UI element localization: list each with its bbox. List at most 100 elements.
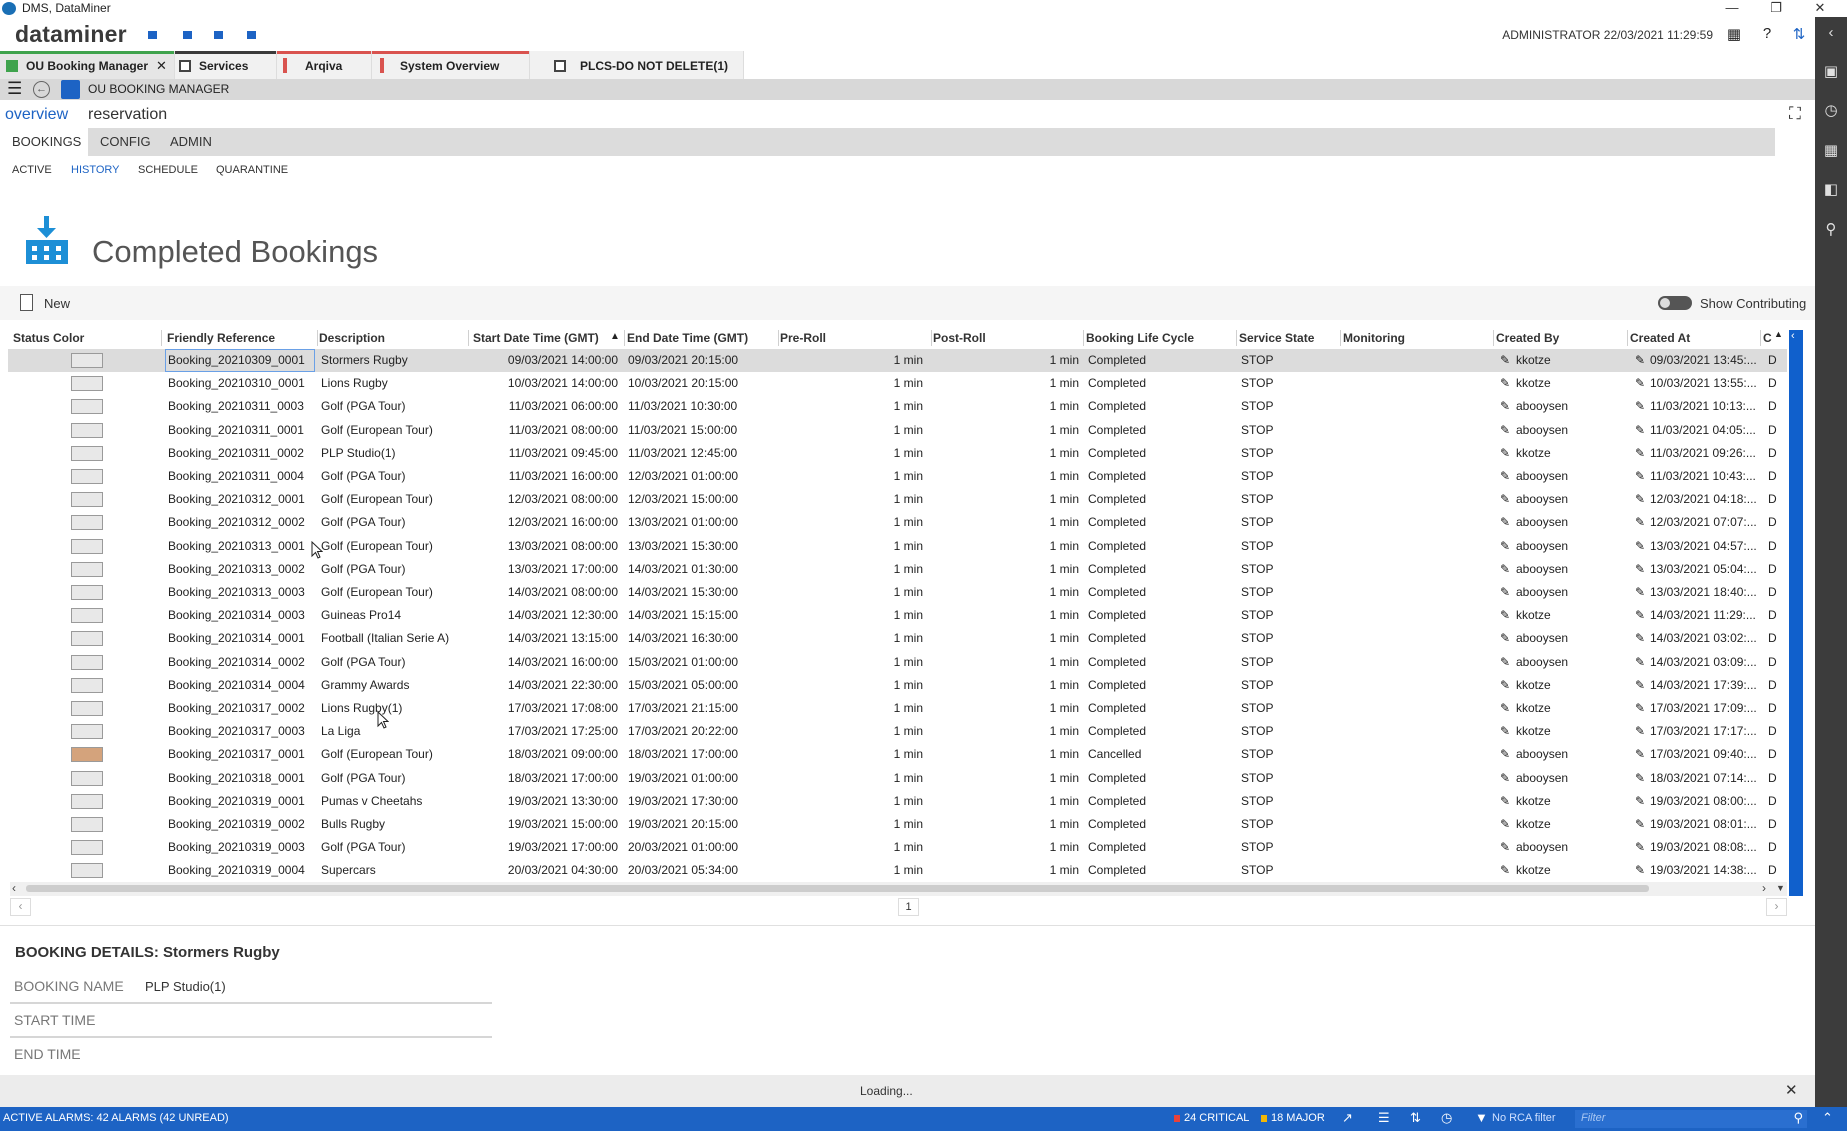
table-row[interactable]: Booking_20210317_0003 La Liga 17/03/2021 1… [8, 720, 1787, 743]
edit-pencil-icon[interactable]: ✎ [1635, 511, 1645, 534]
edit-pencil-icon[interactable]: ✎ [1500, 372, 1510, 395]
rca-filter[interactable]: No RCA filter [1492, 1112, 1556, 1124]
back-icon[interactable]: ← [33, 81, 50, 98]
edit-pencil-icon[interactable]: ✎ [1635, 651, 1645, 674]
column-separator[interactable] [317, 330, 318, 346]
column-separator[interactable] [1083, 330, 1084, 346]
search-icon[interactable]: ⚲ [1793, 1110, 1803, 1126]
column-separator[interactable] [468, 330, 469, 346]
table-row[interactable]: Booking_20210311_0004 Golf (PGA Tour) 11/0… [8, 465, 1787, 488]
edit-pencil-icon[interactable]: ✎ [1500, 465, 1510, 488]
close-loading-icon[interactable]: ✕ [1785, 1081, 1798, 1099]
filter-input[interactable]: Filter ⚲ [1575, 1110, 1807, 1128]
col-booking-life-cycle[interactable]: Booking Life Cycle [1086, 327, 1236, 349]
nav-overview[interactable]: overview [5, 106, 68, 124]
edit-pencil-icon[interactable]: ✎ [1500, 859, 1510, 882]
edit-pencil-icon[interactable]: ✎ [1500, 419, 1510, 442]
column-separator[interactable] [931, 330, 932, 346]
edit-pencil-icon[interactable]: ✎ [1500, 743, 1510, 766]
trend-icon[interactable]: ↗ [1342, 1110, 1353, 1126]
tab-services[interactable]: Services [175, 51, 277, 79]
tab-plcs[interactable]: PLCS-DO NOT DELETE(1) [530, 51, 744, 79]
new-button[interactable]: New [44, 296, 70, 311]
nav-reservation[interactable]: reservation [88, 106, 167, 124]
scroll-right-icon[interactable]: › [1762, 881, 1766, 895]
edit-pencil-icon[interactable]: ✎ [1635, 836, 1645, 859]
edit-pencil-icon[interactable]: ✎ [1635, 813, 1645, 836]
col-friendly-reference[interactable]: Friendly Reference [167, 327, 317, 349]
table-row[interactable]: Booking_20210314_0003 Guineas Pro14 14/03/… [8, 604, 1787, 627]
column-separator[interactable] [1760, 330, 1761, 346]
edit-pencil-icon[interactable]: ✎ [1635, 419, 1645, 442]
col-created-at[interactable]: Created At [1630, 327, 1760, 349]
edit-pencil-icon[interactable]: ✎ [1500, 651, 1510, 674]
table-row[interactable]: Booking_20210314_0002 Golf (PGA Tour) 14/0… [8, 651, 1787, 674]
edit-pencil-icon[interactable]: ✎ [1500, 535, 1510, 558]
major-count[interactable]: 18 MAJOR [1271, 1112, 1325, 1124]
collapse-panel-icon[interactable]: ‹ [1791, 330, 1795, 342]
list-icon[interactable]: ☰ [1378, 1110, 1390, 1126]
col-service-state[interactable]: Service State [1239, 327, 1339, 349]
edit-pencil-icon[interactable]: ✎ [1500, 511, 1510, 534]
nav-admin[interactable]: ADMIN [170, 134, 212, 149]
expand-up-icon[interactable]: ⌃ [1822, 1110, 1833, 1126]
edit-pencil-icon[interactable]: ✎ [1500, 442, 1510, 465]
edit-pencil-icon[interactable]: ✎ [1635, 558, 1645, 581]
table-row[interactable]: Booking_20210310_0001 Lions Rugby 10/03/20… [8, 372, 1787, 395]
active-alarms[interactable]: ACTIVE ALARMS: 42 ALARMS (42 UNREAD) [3, 1112, 229, 1124]
column-separator[interactable] [624, 330, 625, 346]
edit-pencil-icon[interactable]: ✎ [1500, 697, 1510, 720]
filter-icon[interactable]: ▼ [1475, 1110, 1488, 1125]
sidebar-search-icon[interactable]: ⚲ [1815, 220, 1847, 238]
layout-icon[interactable]: ◧ [1815, 180, 1847, 198]
edit-pencil-icon[interactable]: ✎ [1635, 581, 1645, 604]
table-row[interactable]: Booking_20210312_0002 Golf (PGA Tour) 12/0… [8, 511, 1787, 534]
fullscreen-icon[interactable]: ⛶ [1789, 104, 1801, 124]
field-value-booking-name[interactable]: PLP Studio(1) [145, 979, 226, 994]
edit-pencil-icon[interactable]: ✎ [1635, 535, 1645, 558]
edit-pencil-icon[interactable]: ✎ [1635, 395, 1645, 418]
col-end-date-time[interactable]: End Date Time (GMT) [627, 327, 777, 349]
edit-pencil-icon[interactable]: ✎ [1635, 604, 1645, 627]
critical-count[interactable]: 24 CRITICAL [1184, 1112, 1249, 1124]
edit-pencil-icon[interactable]: ✎ [1500, 581, 1510, 604]
scroll-left-icon[interactable]: ‹ [12, 881, 16, 895]
edit-pencil-icon[interactable]: ✎ [1635, 767, 1645, 790]
scroll-up-icon[interactable]: ▲ [1774, 329, 1783, 339]
edit-pencil-icon[interactable]: ✎ [1635, 488, 1645, 511]
nav-config[interactable]: CONFIG [100, 134, 151, 149]
nav-active[interactable]: ACTIVE [12, 164, 52, 176]
table-row[interactable]: Booking_20210319_0002 Bulls Rugby 19/03/20… [8, 813, 1787, 836]
nav-quarantine[interactable]: QUARANTINE [216, 164, 288, 176]
history-icon[interactable]: ◷ [1441, 1110, 1452, 1126]
table-row[interactable]: Booking_20210319_0001 Pumas v Cheetahs 19/… [8, 790, 1787, 813]
table-row[interactable]: Booking_20210318_0001 Golf (PGA Tour) 18/0… [8, 767, 1787, 790]
sync-icon[interactable]: ⇅ [1790, 25, 1808, 43]
edit-pencil-icon[interactable]: ✎ [1635, 465, 1645, 488]
edit-pencil-icon[interactable]: ✎ [1500, 604, 1510, 627]
edit-pencil-icon[interactable]: ✎ [1635, 442, 1645, 465]
edit-pencil-icon[interactable]: ✎ [1635, 697, 1645, 720]
edit-pencil-icon[interactable]: ✎ [1500, 349, 1510, 372]
col-monitoring[interactable]: Monitoring [1343, 327, 1493, 349]
edit-pencil-icon[interactable]: ✎ [1500, 767, 1510, 790]
grid-apps-icon[interactable]: ▦ [1815, 141, 1847, 159]
next-page-icon[interactable]: › [1766, 898, 1787, 916]
edit-pencil-icon[interactable]: ✎ [1635, 859, 1645, 882]
edit-pencil-icon[interactable]: ✎ [1500, 813, 1510, 836]
edit-pencil-icon[interactable]: ✎ [1635, 790, 1645, 813]
close-tab-icon[interactable]: ✕ [156, 51, 167, 81]
table-row[interactable]: Booking_20210314_0001 Football (Italian S… [8, 627, 1787, 650]
nav-bookings[interactable]: BOOKINGS [12, 134, 81, 149]
tab-system-overview[interactable]: System Overview [372, 51, 530, 79]
history-clock-icon[interactable]: ◷ [1815, 101, 1847, 119]
edit-pencil-icon[interactable]: ✎ [1635, 743, 1645, 766]
edit-pencil-icon[interactable]: ✎ [1500, 395, 1510, 418]
col-created-by[interactable]: Created By [1496, 327, 1626, 349]
apps-grid-icon[interactable]: ▦ [1725, 25, 1743, 43]
table-row[interactable]: Booking_20210311_0001 Golf (European Tour… [8, 419, 1787, 442]
horizontal-scrollbar[interactable]: ‹ › ▼ [10, 881, 1787, 896]
edit-pencil-icon[interactable]: ✎ [1500, 674, 1510, 697]
nav-history[interactable]: HISTORY [71, 164, 120, 176]
page-number[interactable]: 1 [898, 898, 919, 916]
